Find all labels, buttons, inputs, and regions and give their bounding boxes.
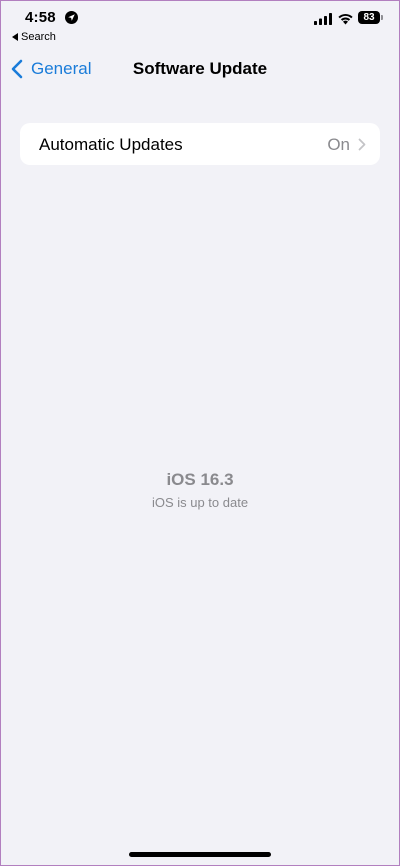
battery-cap [381,15,383,20]
automatic-updates-value: On [327,135,350,154]
navigation-bar: General Software Update [1,47,399,91]
back-triangle-icon [12,33,18,41]
home-indicator[interactable] [129,852,271,857]
status-bar: 4:58 Search 83 [1,1,399,47]
update-status-message: iOS is up to date [151,495,249,510]
back-to-app-button[interactable]: Search [12,31,56,43]
screen: 4:58 Search 83 General Software Update A… [1,1,399,865]
settings-group: Automatic Updates On [20,123,380,165]
wifi-icon [338,13,353,25]
automatic-updates-label: Automatic Updates [39,135,183,154]
automatic-updates-row[interactable]: Automatic Updates On [20,123,380,165]
cellular-signal-icon [314,13,332,25]
battery-icon: 83 [358,11,380,24]
chevron-right-icon [358,138,366,151]
location-icon [65,11,78,24]
ios-version: iOS 16.3 [166,470,234,489]
back-app-label: Search [21,31,56,43]
page-title: Software Update [132,59,268,78]
status-time: 4:58 [25,9,56,26]
